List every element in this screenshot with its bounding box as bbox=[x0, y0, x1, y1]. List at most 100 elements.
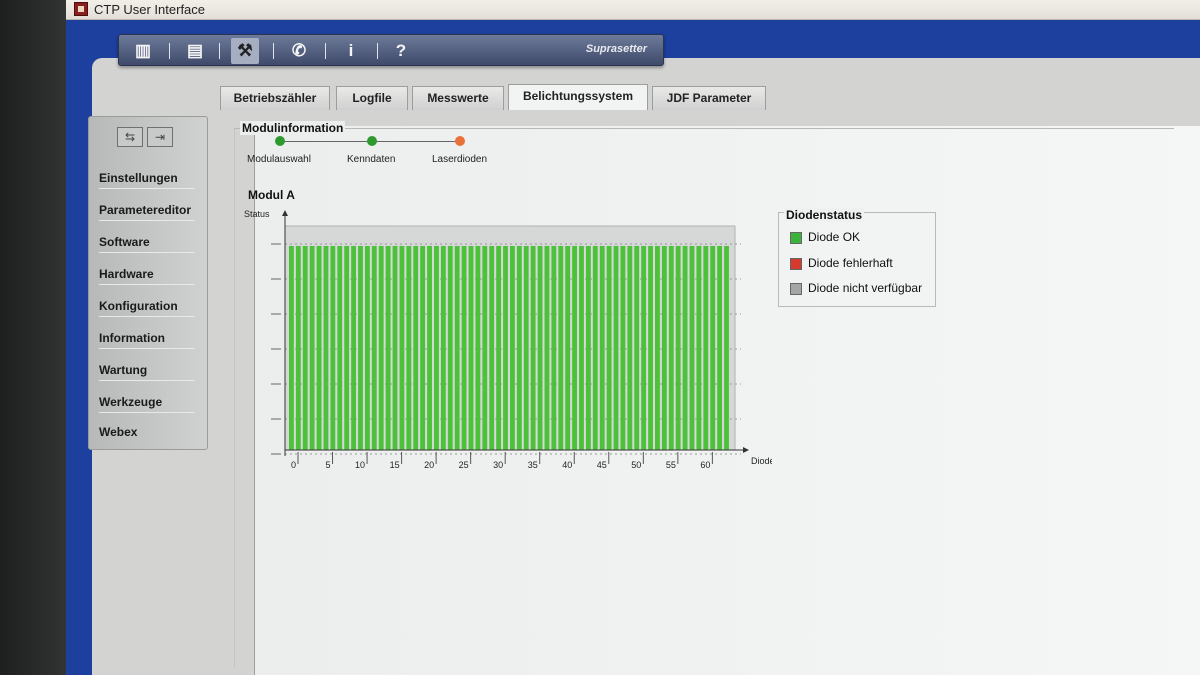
diode-bar bbox=[634, 246, 640, 450]
collapse-arrow-icon[interactable]: ⇆ bbox=[117, 127, 143, 147]
tab-logfile[interactable]: Logfile bbox=[336, 86, 408, 110]
legend-label-fehlerhaft: Diode fehlerhaft bbox=[808, 256, 893, 270]
diode-bar bbox=[427, 246, 432, 450]
x-axis-arrow bbox=[743, 447, 749, 453]
x-tick-label: 10 bbox=[355, 460, 365, 470]
tab-betriebszaehler[interactable]: Betriebszähler bbox=[220, 86, 330, 110]
diode-bar bbox=[579, 246, 584, 450]
step-dot-modulauswahl[interactable] bbox=[275, 136, 285, 146]
step-dot-laserdioden[interactable] bbox=[455, 136, 465, 146]
diode-bar bbox=[530, 246, 536, 450]
step-label-laserdioden[interactable]: Laserdioden bbox=[432, 154, 487, 165]
sidebar-item-information[interactable]: Information bbox=[99, 327, 195, 349]
sidebar-item-hardware[interactable]: Hardware bbox=[99, 263, 195, 285]
y-axis-label: Status bbox=[244, 209, 270, 219]
step-connector bbox=[376, 141, 462, 142]
toolbar-separator bbox=[273, 43, 274, 59]
diode-bar bbox=[613, 246, 619, 450]
x-tick-label: 25 bbox=[459, 460, 469, 470]
diode-bar bbox=[627, 246, 633, 450]
diode-bar bbox=[585, 246, 591, 450]
diode-bar bbox=[551, 246, 557, 450]
sidebar-item-webex[interactable]: Webex bbox=[99, 421, 195, 443]
toolbar-separator bbox=[169, 43, 170, 59]
diode-bar bbox=[648, 246, 653, 450]
tab-belichtungssystem[interactable]: Belichtungssystem bbox=[508, 84, 648, 110]
diode-bar bbox=[703, 246, 709, 450]
diode-bar bbox=[364, 246, 370, 450]
app-icon bbox=[74, 2, 88, 16]
legend-title: Diodenstatus bbox=[784, 208, 865, 222]
x-tick-label: 40 bbox=[562, 460, 572, 470]
diode-bar bbox=[454, 246, 460, 450]
help-icon[interactable]: ? bbox=[387, 38, 415, 64]
window-title: CTP User Interface bbox=[94, 2, 206, 17]
sidebar-item-parametereditor[interactable]: Parametereditor bbox=[99, 199, 195, 221]
diode-bar bbox=[523, 246, 529, 450]
module-info-title: Modulinformation bbox=[240, 121, 346, 135]
diode-bar bbox=[316, 246, 322, 450]
diode-bar bbox=[661, 246, 667, 450]
diode-bar bbox=[295, 246, 301, 450]
tab-jdf-parameter[interactable]: JDF Parameter bbox=[652, 86, 766, 110]
step-label-kenndaten[interactable]: Kenndaten bbox=[347, 154, 395, 165]
wrench-icon[interactable]: ⚒ bbox=[231, 38, 259, 64]
legend-label-ok: Diode OK bbox=[808, 230, 861, 244]
step-label-modulauswahl[interactable]: Modulauswahl bbox=[247, 154, 311, 165]
diode-bar bbox=[641, 246, 647, 450]
chart-icon[interactable]: ▥ bbox=[129, 38, 157, 64]
x-tick-label: 50 bbox=[631, 460, 641, 470]
diode-bar bbox=[606, 246, 612, 450]
diode-bar bbox=[544, 246, 550, 450]
diode-bar bbox=[717, 246, 723, 450]
diode-bar bbox=[592, 246, 598, 450]
diode-bar bbox=[503, 246, 508, 450]
diode-bar bbox=[558, 246, 564, 450]
x-tick-label: 60 bbox=[700, 460, 710, 470]
step-dot-kenndaten[interactable] bbox=[367, 136, 377, 146]
diode-bar bbox=[392, 246, 398, 450]
diode-bar bbox=[675, 246, 681, 450]
diode-bar bbox=[668, 246, 674, 450]
sidebar-item-einstellungen[interactable]: Einstellungen bbox=[99, 167, 195, 189]
toolbar-separator bbox=[325, 43, 326, 59]
diode-bar bbox=[655, 246, 660, 450]
phone-icon[interactable]: ✆ bbox=[285, 38, 313, 64]
main-toolbar: ▥ ▤ ⚒ ✆ i ? Suprasetter bbox=[118, 34, 664, 66]
document-icon[interactable]: ▤ bbox=[181, 38, 209, 64]
diode-bar bbox=[599, 246, 605, 450]
y-axis-arrow bbox=[282, 210, 288, 216]
diode-bar bbox=[489, 246, 495, 450]
diode-bar bbox=[696, 246, 702, 450]
diode-bar bbox=[475, 246, 481, 450]
diode-bar bbox=[309, 246, 315, 450]
diode-bar bbox=[289, 246, 294, 450]
diode-bar bbox=[537, 246, 543, 450]
sidebar-item-werkzeuge[interactable]: Werkzeuge bbox=[99, 391, 195, 413]
diode-bar bbox=[440, 246, 446, 450]
diode-bar bbox=[302, 246, 308, 450]
diode-bar bbox=[682, 246, 688, 450]
sidebar-item-konfiguration[interactable]: Konfiguration bbox=[99, 295, 195, 317]
diode-bar bbox=[413, 246, 419, 450]
expand-arrow-icon[interactable]: ⇥ bbox=[147, 127, 173, 147]
info-icon[interactable]: i bbox=[337, 38, 365, 64]
x-tick-label: 5 bbox=[326, 460, 331, 470]
diode-bar bbox=[344, 246, 350, 450]
tab-messwerte[interactable]: Messwerte bbox=[412, 86, 504, 110]
sidebar-item-software[interactable]: Software bbox=[99, 231, 195, 253]
legend-swatch-ok bbox=[790, 232, 802, 244]
x-tick-label: 20 bbox=[424, 460, 434, 470]
diode-bar bbox=[406, 246, 412, 450]
brand-label: Suprasetter bbox=[585, 43, 647, 55]
section-border bbox=[234, 128, 235, 668]
diode-bar bbox=[565, 246, 571, 450]
legend-swatch-fehlerhaft bbox=[790, 258, 802, 270]
diode-bar bbox=[330, 246, 336, 450]
diode-bar bbox=[516, 246, 522, 450]
x-tick-label: 15 bbox=[390, 460, 400, 470]
diode-bar bbox=[399, 246, 405, 450]
diode-bar bbox=[351, 246, 356, 450]
sidebar-item-wartung[interactable]: Wartung bbox=[99, 359, 195, 381]
diode-bar bbox=[447, 246, 453, 450]
